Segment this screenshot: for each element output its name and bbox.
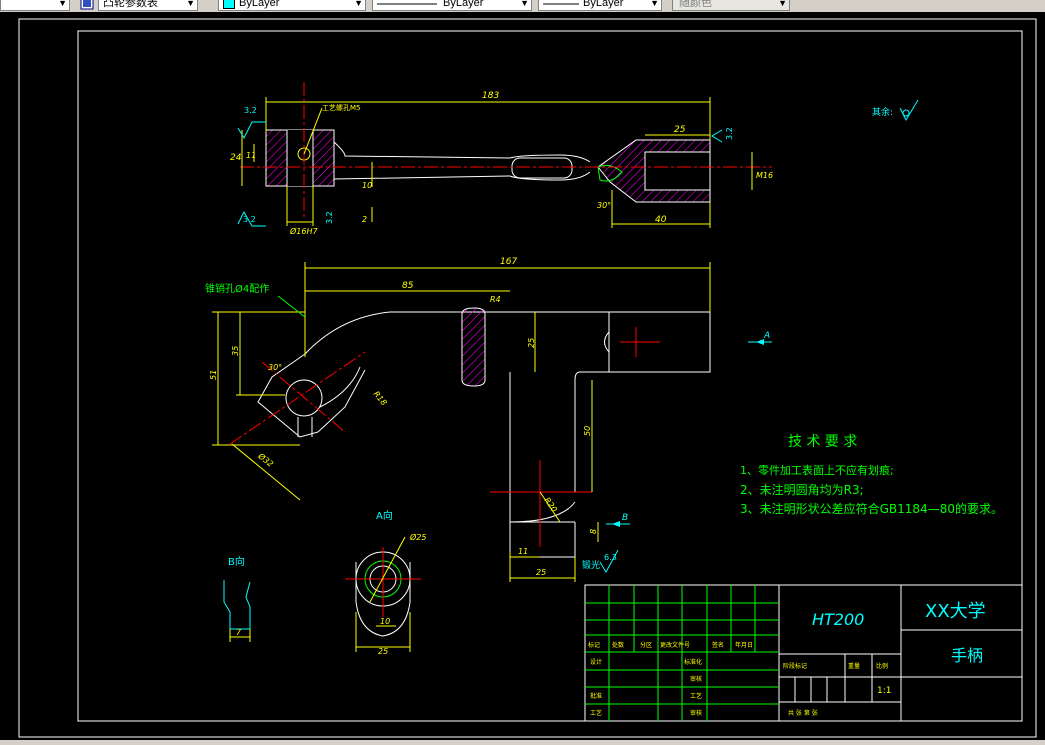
chevron-down-icon: ▼ (520, 0, 529, 8)
dim-25b-front: 25 (536, 568, 546, 577)
dim-11: 11 (246, 151, 256, 160)
dim-m16: M16 (756, 171, 773, 180)
plotstyle-combo[interactable]: 随颜色 ▼ (672, 0, 790, 11)
dim-25-top: 25 (674, 125, 686, 135)
rough-6-3: 6.3 (604, 553, 617, 562)
tb-proc: 工艺 (690, 692, 702, 700)
tech-req-line3: 3、未注明形状公差应符合GB1184—80的要求。 (740, 501, 1003, 516)
tb-school: XX大学 (925, 601, 986, 622)
tb-approve: 批准 (590, 692, 602, 700)
drawing-canvas[interactable]: 183 25 40 24 11 10 2 Ø16H7 M16 30° 工艺螺孔M… (0, 12, 1045, 740)
dim-35: 35 (231, 346, 240, 356)
dim-25-a: 25 (378, 647, 388, 656)
dim-24: 24 (230, 153, 242, 163)
chevron-down-icon: ▼ (778, 0, 787, 8)
dim-bore: Ø16H7 (289, 226, 318, 236)
dim-51: 51 (209, 370, 218, 380)
view-b: B向 7 (223, 555, 251, 642)
color-combo[interactable]: ByLayer ▼ (218, 0, 366, 11)
forge-label: 锻光 (582, 559, 600, 571)
view-arrow-b: B (622, 513, 628, 523)
tb-doc: 更改文件号 (660, 641, 690, 649)
tb-count: 处数 (612, 641, 624, 649)
dim-183: 183 (482, 91, 499, 101)
cad-drawing: 183 25 40 24 11 10 2 Ø16H7 M16 30° 工艺螺孔M… (18, 18, 1037, 738)
view-a-title: A向 (376, 509, 393, 522)
dim-85: 85 (402, 281, 414, 291)
tb-review: 审核 (690, 709, 702, 717)
rough-a: 3.2 (244, 106, 257, 115)
dim-40: 40 (655, 215, 667, 225)
title-block: 标记 处数 分区 更改文件号 签名 年月日 设计 标准化 审核 批准 工艺 工艺… (584, 584, 1023, 722)
tb-weight: 重量 (848, 662, 860, 670)
tb-zone: 分区 (640, 641, 652, 649)
linetype-preview-icon (377, 3, 437, 5)
linetype-combo[interactable]: ByLayer ▼ (372, 0, 532, 11)
dim-r4: R4 (490, 295, 501, 304)
view-arrow-a: A (763, 331, 770, 341)
tech-req-title: 技 术 要 求 (788, 434, 857, 450)
tb-sign: 签名 (712, 641, 724, 649)
tb-part-name: 手柄 (951, 646, 983, 665)
view-b-title: B向 (228, 555, 245, 568)
top-view: 183 25 40 24 11 10 2 Ø16H7 M16 30° 工艺螺孔M… (230, 82, 919, 236)
tb-design: 设计 (590, 658, 602, 666)
color-swatch-icon (223, 0, 235, 9)
dim-r20: R20 (542, 496, 558, 514)
tech-req-line2: 2、未注明圆角均为R3; (740, 482, 864, 497)
dim-8: 8 (589, 529, 598, 534)
tech-req-line1: 1、零件加工表面上不应有划痕; (740, 463, 894, 477)
tb-check: 审核 (690, 675, 702, 683)
rest-surface-label: 其余: (872, 106, 893, 118)
dim-2: 2 (362, 215, 367, 224)
tb-sheet: 共 张 第 张 (788, 709, 818, 717)
dim-style-combo[interactable]: 凸轮参数表 ▼ (98, 0, 198, 11)
tb-material: HT200 (812, 610, 864, 629)
tb-date: 年月日 (735, 641, 753, 649)
tb-scale: 1:1 (877, 686, 891, 696)
tb-std: 标准化 (684, 658, 702, 666)
properties-toolbar: ▼ 凸轮参数表 ▼ ByLayer ▼ ByLayer ▼ ByLayer ▼ … (0, 0, 1045, 12)
rough-c: 3.2 (725, 127, 734, 140)
dim-25-front: 25 (527, 338, 536, 348)
dim-50: 50 (583, 426, 592, 436)
rib-hatch (461, 307, 486, 387)
chevron-down-icon: ▼ (186, 0, 195, 8)
outer-frame (18, 18, 1037, 738)
rough-b: 3.2 (243, 215, 256, 224)
view-a: A向 Ø25 10 25 (345, 509, 426, 656)
dim-r18: R18 (372, 389, 389, 407)
chevron-down-icon: ▼ (650, 0, 659, 8)
dim-30deg-front: 30° (268, 363, 282, 372)
tb-mark: 标记 (588, 641, 600, 649)
tech-requirements: 技 术 要 求 1、零件加工表面上不应有划痕; 2、未注明圆角均为R3; 3、未… (740, 434, 1003, 516)
status-bar (0, 740, 1045, 744)
rough-d: 3.2 (325, 211, 334, 224)
tb-craft: 工艺 (590, 709, 602, 717)
inner-frame (77, 30, 1023, 722)
dim-10-a: 10 (380, 617, 390, 626)
text-style-icon[interactable] (80, 0, 94, 10)
dim-25-dia: Ø25 (409, 532, 426, 542)
dim-10: 10 (362, 181, 372, 190)
front-view: 167 85 R4 25 51 35 30° R18 Ø32 50 R20 11… (205, 257, 772, 582)
chevron-down-icon: ▼ (58, 0, 67, 8)
chevron-down-icon: ▼ (354, 0, 363, 8)
dim-11-front: 11 (518, 547, 528, 556)
tool-hole-label: 工艺螺孔M5 (322, 103, 361, 112)
pin-hole-note: 锥销孔Ø4配作 (205, 282, 269, 295)
dim-167: 167 (500, 257, 517, 267)
lineweight-preview-icon (543, 3, 579, 5)
tb-stage: 阶段标记 (783, 662, 807, 670)
layer-combo[interactable]: ▼ (0, 0, 70, 11)
tb-scale-label: 比例 (876, 662, 888, 670)
lineweight-combo[interactable]: ByLayer ▼ (538, 0, 662, 11)
dim-30deg-top: 30° (597, 201, 611, 210)
